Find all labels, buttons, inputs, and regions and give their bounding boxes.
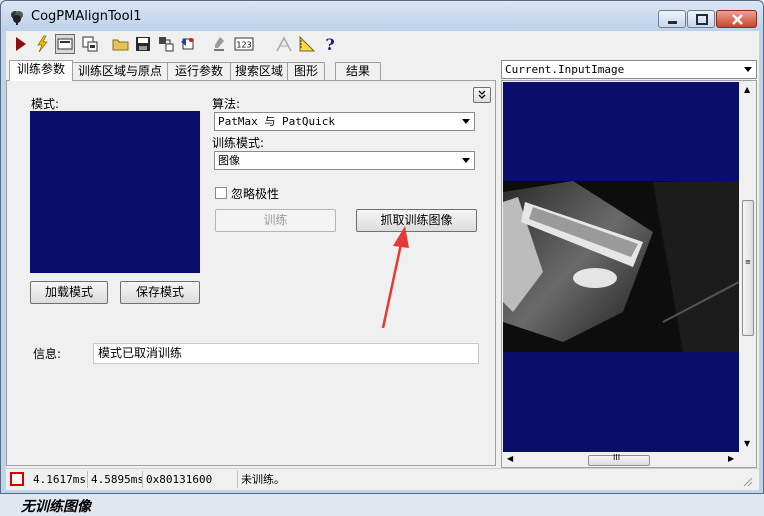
measure-icon[interactable]	[297, 34, 317, 54]
algorithm-select[interactable]: PatMax 与 PatQuick	[214, 112, 475, 131]
tab-train-params[interactable]: 训练参数	[9, 60, 73, 81]
algorithm-label: 算法:	[212, 97, 241, 111]
toolbar: 123 ?	[6, 31, 759, 57]
tab-search-region[interactable]: 搜索区域	[230, 62, 288, 80]
tool-client-area: 123 ? 训练参数 训练区域与原点 运行参数 搜索区域 图形 结果 模式: 加…	[6, 31, 759, 515]
scroll-down-arrow-icon[interactable]: ▼	[744, 439, 750, 448]
double-chevron-down-icon	[478, 90, 486, 99]
train-mode-value: 图像	[218, 154, 240, 167]
pattern-image	[30, 111, 200, 273]
train-mode-select[interactable]: 图像	[214, 151, 475, 170]
close-button[interactable]	[716, 10, 757, 28]
local-display-icon[interactable]	[80, 34, 100, 54]
status-time-1: 4.1617ms	[30, 471, 88, 488]
display-toggle-button[interactable]	[55, 34, 75, 54]
graphics-icon[interactable]	[274, 34, 294, 54]
title-bar[interactable]: CogPMAlignTool1	[1, 1, 763, 31]
image-source-select[interactable]: Current.InputImage	[501, 60, 757, 79]
status-time-2: 4.5895ms	[88, 471, 143, 488]
scroll-left-arrow-icon[interactable]: ◀	[507, 454, 513, 463]
thumb-grip-icon: III	[613, 453, 621, 462]
electric-icon[interactable]	[32, 34, 52, 54]
image-source-value: Current.InputImage	[505, 63, 625, 76]
scroll-up-arrow-icon[interactable]: ▲	[744, 85, 750, 94]
open-folder-icon[interactable]	[111, 34, 131, 54]
vertical-scroll-thumb[interactable]: ≡	[742, 200, 754, 336]
ignore-polarity-label: 忽略极性	[231, 187, 280, 201]
window-title: CogPMAlignTool1	[31, 9, 142, 24]
minimize-button[interactable]	[658, 10, 686, 28]
tab-results[interactable]: 结果	[335, 62, 381, 80]
vertical-scrollbar[interactable]: ▲ ≡ ▼	[740, 82, 756, 452]
algorithm-value: PatMax 与 PatQuick	[218, 115, 335, 128]
display-canvas[interactable]	[503, 82, 739, 452]
no-train-image-text: 无训练图像	[21, 499, 91, 515]
clear-icon[interactable]	[210, 34, 230, 54]
display-toggle-icon	[57, 38, 73, 50]
numeric-icon[interactable]: 123	[234, 34, 254, 54]
image-display[interactable]: ▲ ≡ ▼ ◀ III ▶	[501, 80, 757, 468]
import-icon[interactable]	[156, 34, 176, 54]
minimize-icon	[668, 21, 677, 24]
tab-graphics[interactable]: 图形	[287, 62, 325, 80]
input-image	[503, 181, 739, 352]
expand-button[interactable]	[473, 87, 491, 103]
dropdown-arrow-icon	[462, 119, 470, 124]
svg-text:?: ?	[325, 35, 334, 54]
resize-grip-icon[interactable]	[741, 475, 753, 487]
train-mode-label: 训练模式:	[212, 136, 265, 150]
status-message: 未训练。	[241, 473, 285, 486]
dropdown-arrow-icon	[744, 67, 752, 72]
application-window: CogPMAlignTool1 123 ? 训练参数 训练区域与原点 运行参数 …	[0, 0, 764, 515]
load-pattern-button[interactable]: 加载模式	[30, 281, 108, 304]
maximize-button[interactable]	[687, 10, 715, 28]
thumb-grip-icon: ≡	[745, 258, 751, 266]
pattern-label: 模式:	[31, 97, 60, 111]
close-icon	[732, 14, 743, 25]
scroll-right-arrow-icon[interactable]: ▶	[728, 454, 734, 463]
run-icon[interactable]	[10, 34, 30, 54]
dropdown-arrow-icon	[462, 158, 470, 163]
status-bar: 4.1617ms 4.5895ms 0x80131600 未训练。	[6, 468, 759, 490]
info-label: 信息:	[33, 347, 62, 361]
help-icon[interactable]: ?	[320, 34, 340, 54]
tab-run-params[interactable]: 运行参数	[167, 62, 231, 80]
reset-icon[interactable]	[178, 34, 198, 54]
save-icon[interactable]	[133, 34, 153, 54]
info-field: 模式已取消训练	[93, 343, 479, 364]
tab-train-region-origin[interactable]: 训练区域与原点	[72, 62, 168, 80]
train-params-panel: 模式: 加载模式 保存模式 算法: PatMax 与 PatQuick 训练模式…	[6, 80, 496, 515]
stop-status-icon	[10, 472, 24, 486]
horizontal-scroll-thumb[interactable]: III	[588, 453, 650, 466]
status-code: 0x80131600	[143, 471, 238, 488]
ignore-polarity-checkbox[interactable]	[215, 187, 227, 199]
svg-text:123: 123	[236, 41, 251, 50]
maximize-icon	[696, 14, 708, 25]
app-icon	[11, 11, 23, 25]
annotation-arrow	[381, 226, 409, 329]
horizontal-scrollbar[interactable]: ◀ III ▶	[503, 453, 739, 467]
train-button[interactable]: 训练	[215, 209, 336, 232]
save-pattern-button[interactable]: 保存模式	[120, 281, 200, 304]
